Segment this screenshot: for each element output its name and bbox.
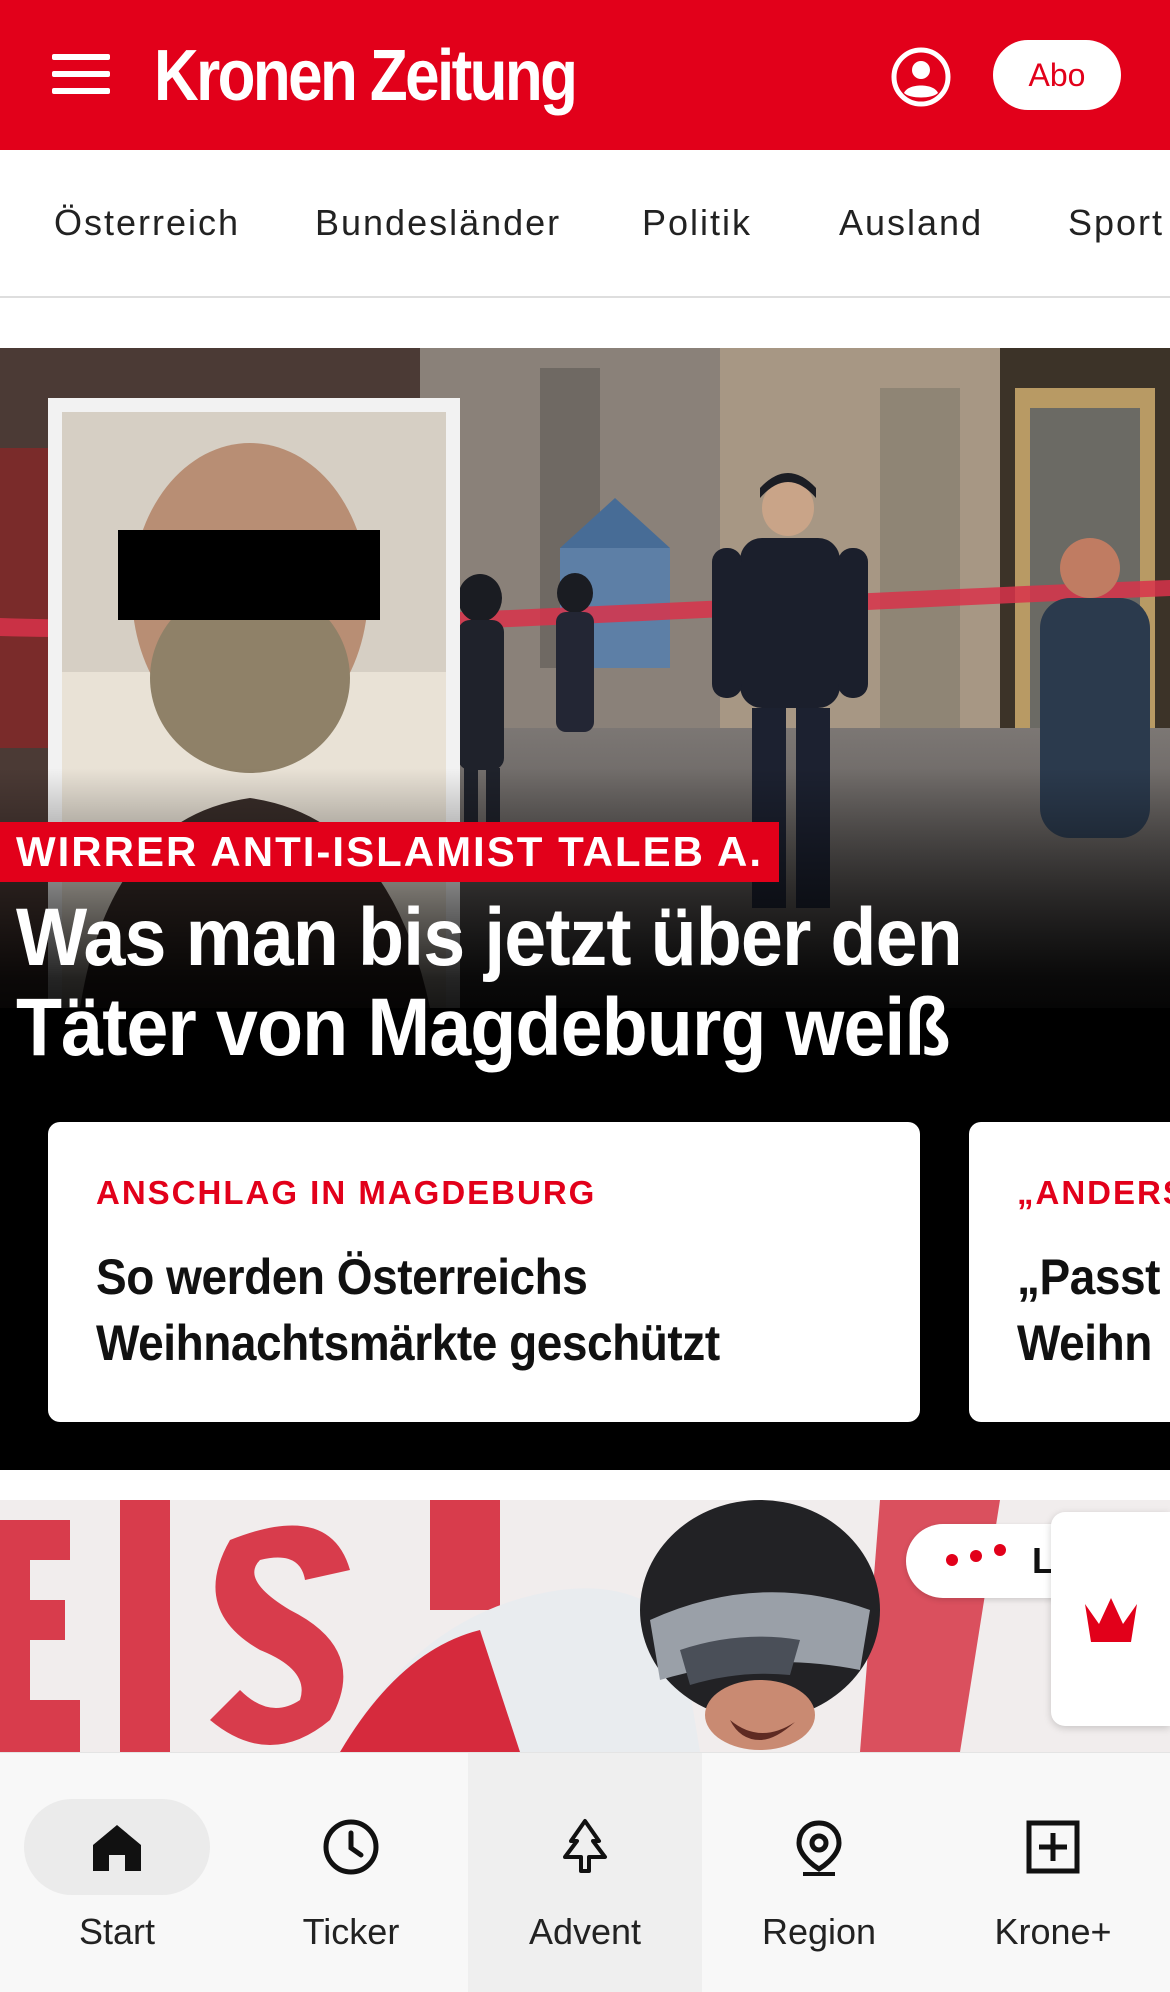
card-title-line1: So werden Österreichs	[96, 1249, 588, 1305]
bottom-nav-label: Start	[78, 1911, 156, 1952]
category-sport[interactable]: Sport	[1068, 202, 1164, 244]
category-ausland[interactable]: Ausland	[839, 202, 983, 244]
clock-icon	[323, 1819, 379, 1875]
card-title-line1: „Passt	[1017, 1249, 1161, 1305]
bottom-nav-start[interactable]: Start	[0, 1753, 234, 1992]
card-title: So werden Österreichs Weihnachtsmärkte g…	[96, 1244, 814, 1376]
card-kicker: ANSCHLAG IN MAGDEBURG	[96, 1174, 597, 1211]
bottom-navigation: Start Ticker Advent Region Krone+	[0, 1752, 1170, 1992]
hero-article[interactable]: WIRRER ANTI-ISLAMIST TALEB A. Was man bi…	[0, 348, 1170, 1470]
category-oesterreich[interactable]: Österreich	[54, 202, 240, 244]
hero-kicker: WIRRER ANTI-ISLAMIST TALEB A.	[0, 822, 780, 882]
card-title-line2: Weihnachtsmärkte geschützt	[96, 1315, 720, 1371]
krone-crown-widget[interactable]	[1051, 1512, 1170, 1726]
christmas-tree-icon	[563, 1819, 607, 1873]
category-politik[interactable]: Politik	[642, 202, 752, 244]
bottom-nav-region[interactable]: Region	[702, 1753, 936, 1992]
bottom-nav-label: Region	[761, 1911, 877, 1952]
hero-headline-line1: Was man bis jetzt über den	[16, 892, 963, 983]
card-title: „Passt Weihn	[1017, 1244, 1170, 1376]
hamburger-menu-icon[interactable]	[52, 50, 110, 98]
related-article-card[interactable]: „ANDERS „Passt Weihn	[969, 1122, 1170, 1422]
bottom-nav-advent[interactable]: Advent	[468, 1753, 702, 1992]
site-logo[interactable]: Kronen Zeitung	[154, 34, 578, 118]
user-account-icon[interactable]	[890, 46, 952, 108]
bottom-nav-kroneplus[interactable]: Krone+	[936, 1753, 1170, 1992]
bottom-nav-label: Krone+	[994, 1911, 1112, 1952]
nav-spacer	[0, 300, 1170, 348]
abo-button[interactable]: Abo	[993, 40, 1121, 110]
bottom-nav-ticker[interactable]: Ticker	[234, 1753, 468, 1992]
related-article-card[interactable]: ANSCHLAG IN MAGDEBURG So werden Österrei…	[48, 1122, 920, 1422]
top-header: Kronen Zeitung Abo	[0, 0, 1170, 150]
bottom-nav-label: Advent	[528, 1911, 642, 1952]
hero-headline[interactable]: Was man bis jetzt über den Täter von Mag…	[16, 893, 1056, 1073]
krone-crown-icon	[1085, 1598, 1137, 1642]
live-dot-icon	[970, 1550, 982, 1562]
card-kicker: „ANDERS	[1017, 1174, 1170, 1211]
plus-square-icon	[1026, 1820, 1080, 1874]
live-dot-icon	[994, 1544, 1006, 1556]
category-nav: Österreich Bundesländer Politik Ausland …	[0, 150, 1170, 298]
location-pin-icon	[796, 1820, 842, 1876]
bottom-nav-label: Ticker	[302, 1911, 400, 1952]
category-bundeslaender[interactable]: Bundesländer	[315, 202, 561, 244]
home-icon	[93, 1825, 141, 1871]
hero-headline-line2: Täter von Magdeburg weiß	[16, 982, 951, 1073]
card-title-line2: Weihn	[1017, 1315, 1152, 1371]
live-dot-icon	[946, 1554, 958, 1566]
